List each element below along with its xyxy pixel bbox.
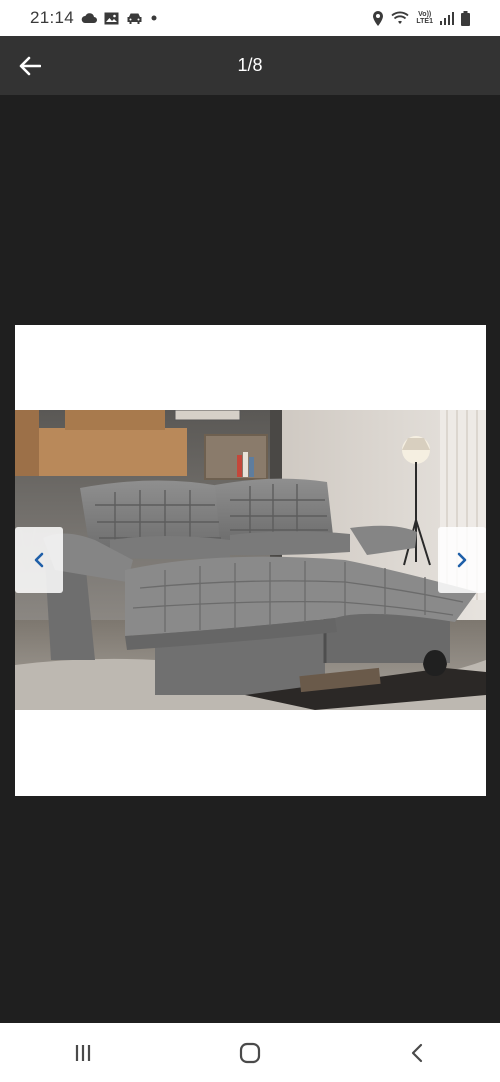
chevron-right-icon xyxy=(456,552,468,568)
location-icon xyxy=(372,10,384,26)
gray-sofa-photo xyxy=(15,410,486,710)
status-time: 21:14 xyxy=(30,8,75,27)
back-icon xyxy=(410,1043,424,1063)
home-button[interactable] xyxy=(220,1033,280,1073)
image-icon xyxy=(104,12,119,25)
dot-icon xyxy=(150,14,158,22)
status-left: 21:14 xyxy=(30,8,158,28)
next-image-button[interactable] xyxy=(438,527,486,593)
recent-apps-button[interactable] xyxy=(53,1033,113,1073)
image-card[interactable] xyxy=(15,325,486,796)
home-icon xyxy=(239,1042,261,1064)
back-button[interactable] xyxy=(14,50,46,82)
status-right: Vo)) LTE1 xyxy=(372,10,470,26)
recent-apps-icon xyxy=(73,1044,93,1062)
status-bar: 21:14 Vo)) LTE1 xyxy=(0,0,500,36)
image-counter: 1/8 xyxy=(237,55,263,75)
volte-line2: LTE1 xyxy=(416,18,433,25)
volte-line1: Vo)) xyxy=(418,11,432,18)
wifi-icon xyxy=(391,11,409,25)
chevron-left-icon xyxy=(33,552,45,568)
system-back-button[interactable] xyxy=(387,1033,447,1073)
signal-icon xyxy=(440,11,454,25)
volte-indicator: Vo)) LTE1 xyxy=(416,11,433,25)
arrow-left-icon xyxy=(19,56,42,76)
system-nav-bar xyxy=(0,1023,500,1082)
battery-icon xyxy=(461,10,470,26)
previous-image-button[interactable] xyxy=(15,527,63,593)
cloud-icon xyxy=(81,12,98,24)
app-bar: 1/8 xyxy=(0,36,500,95)
image-viewer[interactable] xyxy=(0,95,500,1023)
car-icon xyxy=(126,12,143,25)
